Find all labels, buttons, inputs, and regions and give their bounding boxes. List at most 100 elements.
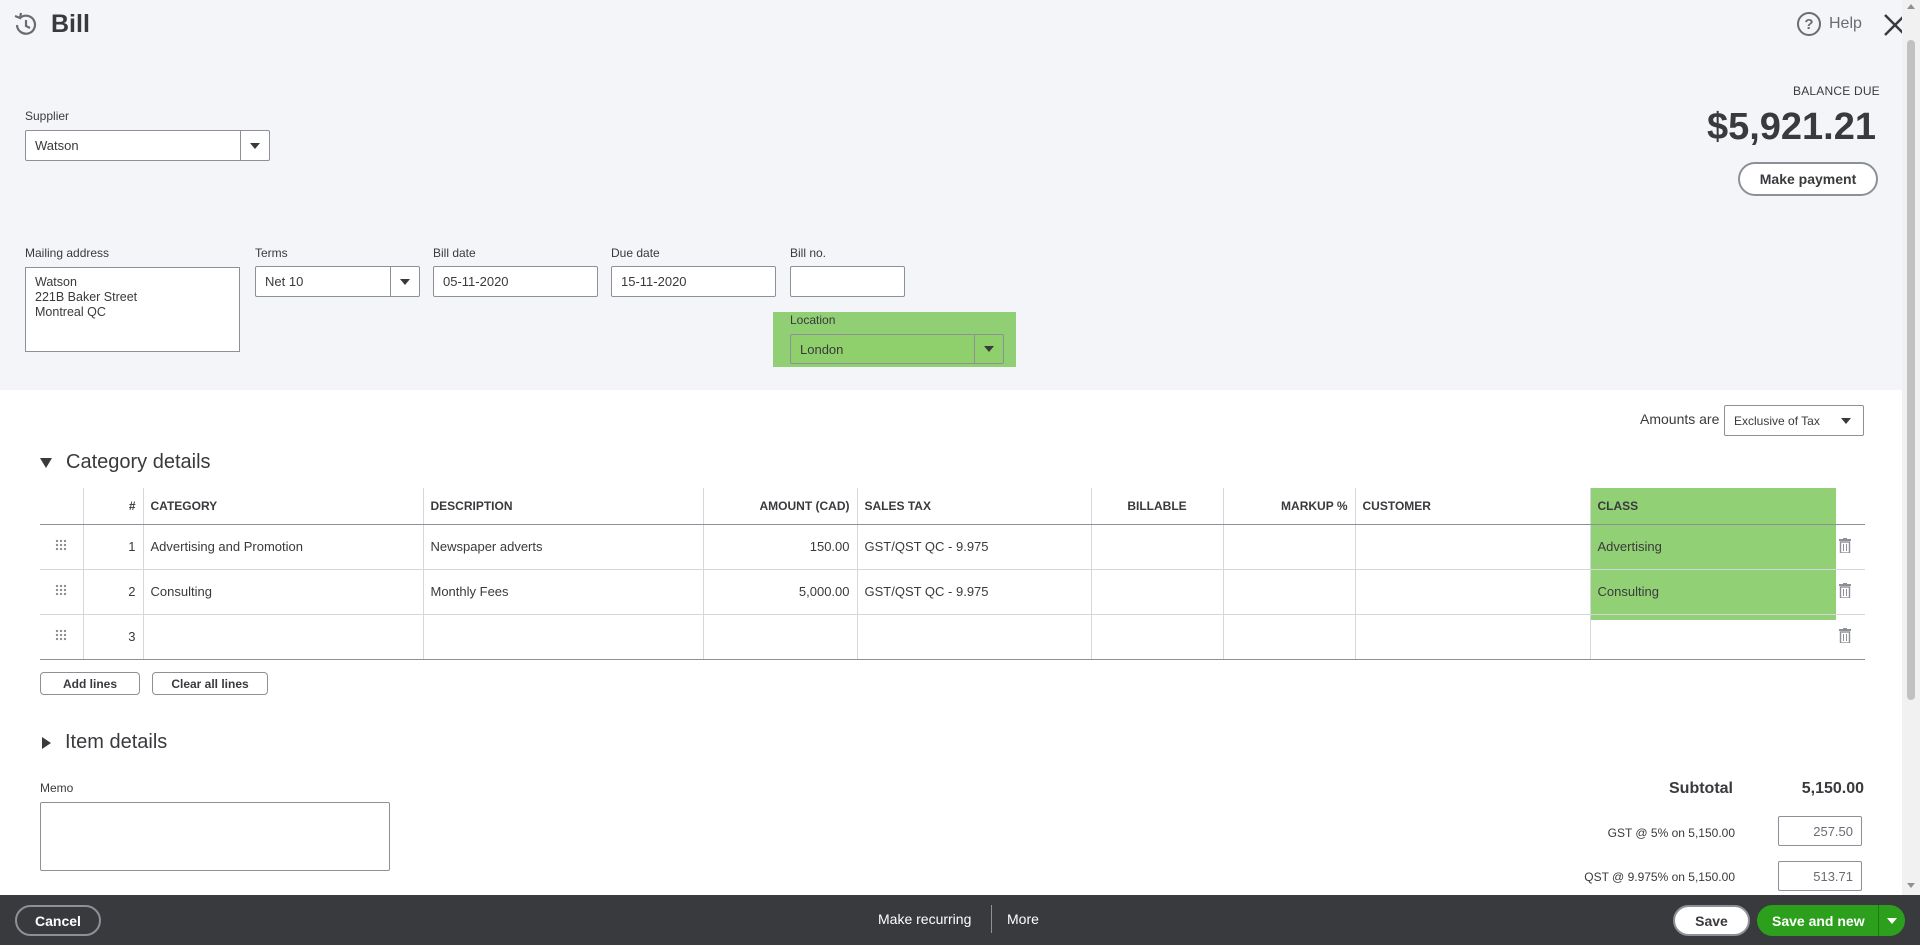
- supplier-label: Supplier: [25, 109, 70, 123]
- supplier-select[interactable]: Watson: [25, 130, 270, 161]
- cancel-button[interactable]: Cancel: [15, 905, 101, 936]
- billable-cell[interactable]: [1090, 569, 1223, 615]
- help-button[interactable]: ? Help: [1797, 12, 1862, 36]
- help-label: Help: [1829, 15, 1862, 32]
- delete-line-button[interactable]: [1825, 524, 1865, 570]
- sales-tax-cell[interactable]: GST/QST QC - 9.975: [856, 569, 1091, 615]
- markup-cell[interactable]: [1222, 569, 1355, 615]
- drag-handle-icon[interactable]: [55, 629, 68, 641]
- due-date-input[interactable]: 15-11-2020: [611, 266, 776, 297]
- save-and-new-button[interactable]: Save and new: [1757, 905, 1905, 936]
- clear-all-lines-button[interactable]: Clear all lines: [152, 672, 268, 695]
- description-cell[interactable]: [422, 614, 703, 660]
- delete-line-button[interactable]: [1825, 569, 1865, 615]
- terms-select[interactable]: Net 10: [255, 266, 420, 297]
- drag-column-header: [40, 488, 83, 525]
- class-cell[interactable]: [1589, 614, 1825, 660]
- column-header-markup: MARKUP %: [1222, 488, 1355, 525]
- save-button[interactable]: Save: [1673, 905, 1750, 936]
- table-row[interactable]: 2 Consulting Monthly Fees 5,000.00 GST/Q…: [40, 569, 1865, 615]
- table-row[interactable]: 1 Advertising and Promotion Newspaper ad…: [40, 524, 1865, 570]
- table-row[interactable]: 3: [40, 614, 1865, 660]
- chevron-down-icon: [984, 346, 994, 352]
- vertical-scrollbar[interactable]: [1902, 0, 1920, 895]
- line-number: 2: [82, 569, 143, 615]
- trash-icon: [1839, 582, 1851, 598]
- save-options-dropdown[interactable]: [1878, 905, 1905, 936]
- class-cell[interactable]: Consulting: [1589, 569, 1825, 615]
- scroll-up-icon[interactable]: [1907, 4, 1915, 9]
- scroll-down-icon[interactable]: [1907, 883, 1915, 888]
- billable-cell[interactable]: [1090, 524, 1223, 570]
- terms-label: Terms: [255, 246, 288, 260]
- supplier-value: Watson: [35, 138, 79, 153]
- make-payment-button[interactable]: Make payment: [1738, 162, 1878, 196]
- memo-label: Memo: [40, 781, 74, 795]
- customer-cell[interactable]: [1354, 614, 1590, 660]
- recent-transactions-icon[interactable]: [12, 11, 40, 39]
- address-line: 221B Baker Street: [35, 290, 138, 304]
- more-link[interactable]: More: [1007, 911, 1039, 927]
- memo-textarea[interactable]: [40, 802, 390, 871]
- category-cell[interactable]: Advertising and Promotion: [142, 524, 423, 570]
- amounts-are-value: Exclusive of Tax: [1734, 413, 1820, 428]
- gst-amount-input[interactable]: 257.50: [1778, 816, 1862, 846]
- help-icon: ?: [1797, 12, 1821, 36]
- amounts-are-select[interactable]: Exclusive of Tax: [1724, 405, 1864, 436]
- amount-cell[interactable]: 150.00: [702, 524, 857, 570]
- column-header-sales-tax: SALES TAX: [856, 488, 1091, 525]
- sales-tax-cell[interactable]: GST/QST QC - 9.975: [856, 524, 1091, 570]
- description-cell[interactable]: Monthly Fees: [422, 569, 703, 615]
- expand-arrow-icon: [42, 736, 51, 749]
- bill-no-input[interactable]: [790, 266, 905, 297]
- supplier-dropdown-arrow[interactable]: [240, 131, 269, 160]
- trash-icon: [1839, 627, 1851, 643]
- footer-divider: [991, 905, 992, 933]
- bill-no-label: Bill no.: [790, 246, 827, 260]
- class-cell[interactable]: Advertising: [1589, 524, 1825, 570]
- scrollbar-thumb[interactable]: [1907, 40, 1915, 700]
- bill-form: Bill ? Help Supplier Watson BALANCE DUE …: [0, 0, 1920, 945]
- item-details-toggle[interactable]: Item details: [42, 731, 167, 754]
- trash-icon: [1839, 537, 1851, 553]
- mailing-address-field[interactable]: Watson 221B Baker Street Montreal QC: [25, 267, 240, 352]
- markup-cell[interactable]: [1222, 524, 1355, 570]
- location-dropdown-arrow[interactable]: [974, 335, 1003, 363]
- delete-line-button[interactable]: [1825, 614, 1865, 660]
- category-cell[interactable]: [142, 614, 423, 660]
- line-number: 1: [82, 524, 143, 570]
- footer-bar: Cancel Make recurring More Save Save and…: [0, 895, 1920, 945]
- amount-cell[interactable]: [702, 614, 857, 660]
- chevron-down-icon: [250, 142, 260, 149]
- column-header-customer: CUSTOMER: [1354, 488, 1590, 525]
- bill-date-input[interactable]: 05-11-2020: [433, 266, 598, 297]
- location-value: London: [800, 341, 844, 357]
- category-cell[interactable]: Consulting: [142, 569, 423, 615]
- amounts-are-label: Amounts are: [1640, 411, 1720, 427]
- chevron-down-icon: [1841, 418, 1851, 424]
- collapse-arrow-icon: [40, 457, 52, 468]
- customer-cell[interactable]: [1354, 569, 1590, 615]
- billable-cell[interactable]: [1090, 614, 1223, 660]
- delete-column-header: [1825, 488, 1865, 525]
- mailing-address-label: Mailing address: [25, 246, 110, 260]
- column-header-number: #: [82, 488, 143, 525]
- customer-cell[interactable]: [1354, 524, 1590, 570]
- address-line: Montreal QC: [35, 305, 106, 319]
- drag-handle-icon[interactable]: [55, 539, 68, 551]
- sales-tax-cell[interactable]: [856, 614, 1091, 660]
- qst-amount-input[interactable]: 513.71: [1778, 861, 1862, 891]
- location-select[interactable]: London: [790, 334, 1004, 364]
- category-details-toggle[interactable]: Category details: [40, 451, 211, 474]
- drag-handle-icon[interactable]: [55, 584, 68, 596]
- description-cell[interactable]: Newspaper adverts: [422, 524, 703, 570]
- add-lines-button[interactable]: Add lines: [40, 672, 140, 695]
- location-label: Location: [790, 313, 836, 327]
- save-and-new-label[interactable]: Save and new: [1757, 913, 1878, 929]
- make-recurring-link[interactable]: Make recurring: [878, 911, 971, 927]
- markup-cell[interactable]: [1222, 614, 1355, 660]
- terms-dropdown-arrow[interactable]: [390, 267, 419, 296]
- amount-cell[interactable]: 5,000.00: [702, 569, 857, 615]
- gst-label: GST @ 5% on 5,150.00: [1607, 826, 1735, 840]
- bill-date-label: Bill date: [433, 246, 476, 260]
